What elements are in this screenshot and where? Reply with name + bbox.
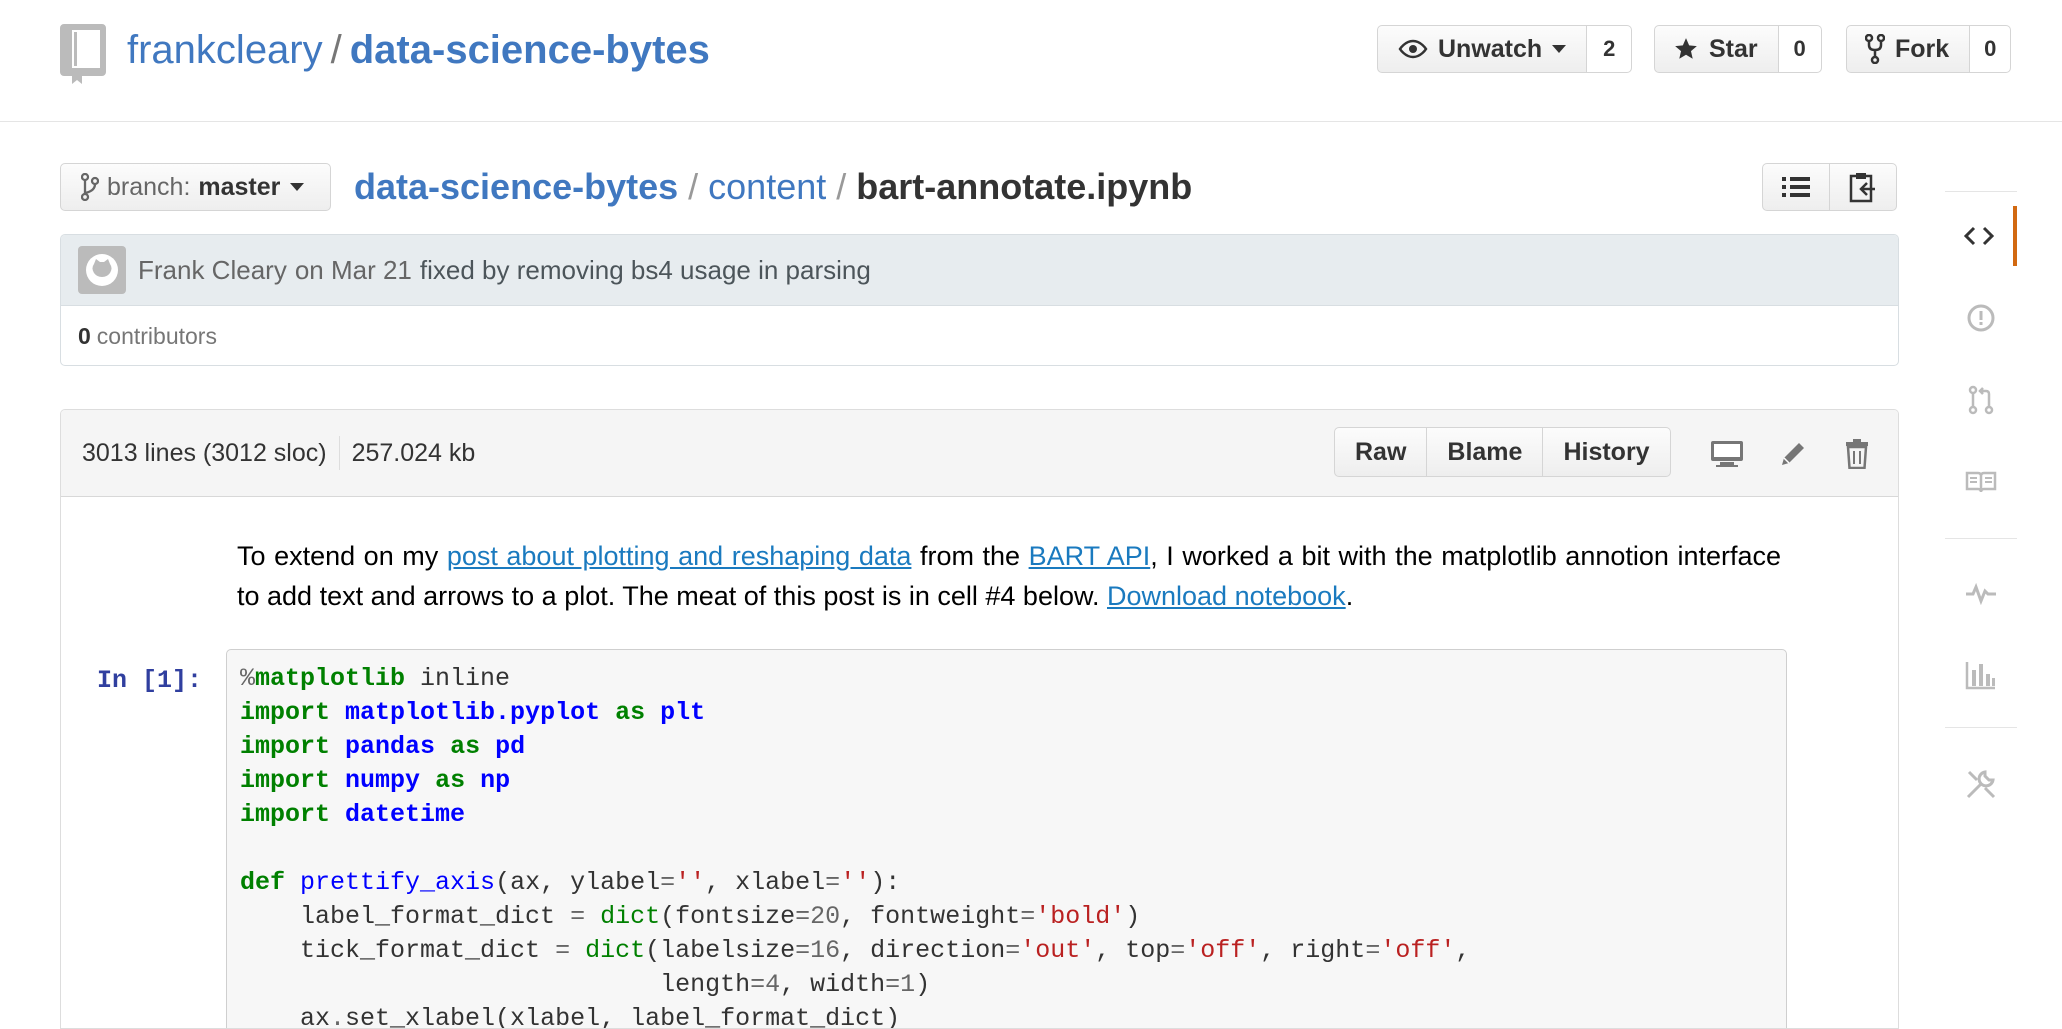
blame-button[interactable]: Blame bbox=[1427, 427, 1544, 477]
issues-icon bbox=[1967, 304, 1995, 332]
list-icon bbox=[1782, 177, 1810, 197]
fork-label: Fork bbox=[1895, 34, 1950, 63]
branch-icon bbox=[81, 173, 99, 201]
code-icon bbox=[1964, 226, 1994, 246]
eye-icon bbox=[1398, 39, 1428, 59]
code-cell: %matplotlib inline import matplotlib.pyp… bbox=[226, 649, 1787, 1028]
delete-file-button[interactable] bbox=[1837, 434, 1877, 474]
breadcrumb-repo-link[interactable]: data-science-bytes bbox=[354, 166, 678, 207]
commit-date: on Mar 21 bbox=[294, 254, 412, 285]
repo-book-icon bbox=[60, 24, 106, 84]
commit-tease: Frank Cleary on Mar 21 fixed by removing… bbox=[60, 234, 1899, 366]
intro-text: from the bbox=[911, 541, 1029, 571]
sidebar-item-issues[interactable] bbox=[1945, 288, 2017, 348]
file-lines: 3013 lines (3012 sloc) bbox=[82, 438, 327, 467]
file-header: 3013 lines (3012 sloc) 257.024 kb Raw Bl… bbox=[61, 410, 1898, 497]
star-label: Star bbox=[1709, 34, 1758, 63]
history-button[interactable]: History bbox=[1543, 427, 1671, 477]
avatar[interactable] bbox=[78, 246, 126, 294]
repo-title-separator: / bbox=[330, 28, 342, 72]
notebook-markdown-cell: To extend on my post about plotting and … bbox=[237, 536, 1781, 616]
sidebar-item-settings[interactable] bbox=[1945, 754, 2017, 814]
sidebar-item-wiki[interactable] bbox=[1945, 452, 2017, 512]
cell-prompt: In [1]: bbox=[97, 666, 203, 695]
unwatch-button[interactable]: Unwatch bbox=[1377, 25, 1588, 73]
contributors-count: 0 bbox=[78, 323, 91, 349]
file-view-buttons bbox=[1762, 163, 1897, 211]
bart-api-link[interactable]: BART API bbox=[1029, 541, 1151, 571]
breadcrumb-folder-link[interactable]: content bbox=[708, 166, 826, 207]
stars-count[interactable]: 0 bbox=[1778, 25, 1822, 73]
trashcan-icon bbox=[1846, 439, 1868, 469]
file-info: 3013 lines (3012 sloc) 257.024 kb bbox=[82, 410, 475, 496]
branch-select-button[interactable]: branch: master bbox=[60, 163, 331, 211]
sidebar-item-code[interactable] bbox=[1945, 206, 2017, 266]
pull-requests-icon bbox=[1968, 385, 1994, 415]
file-list-button[interactable] bbox=[1762, 163, 1830, 211]
repo-sidebar bbox=[1945, 0, 2017, 1018]
breadcrumb: data-science-bytes / content / bart-annotate… bbox=[354, 163, 1192, 211]
device-desktop-icon bbox=[1711, 441, 1743, 467]
repo-name-link[interactable]: data-science-bytes bbox=[350, 28, 710, 72]
breadcrumb-file-name: bart-annotate.ipynb bbox=[856, 166, 1193, 207]
star-icon bbox=[1675, 38, 1697, 59]
sidebar-item-graphs[interactable] bbox=[1945, 645, 2017, 705]
star-button[interactable]: Star bbox=[1654, 25, 1779, 73]
fork-icon bbox=[1865, 34, 1885, 64]
divider bbox=[1945, 538, 2017, 539]
commit-message[interactable]: fixed by removing bs4 usage in parsing bbox=[420, 255, 871, 286]
intro-text: . bbox=[1345, 581, 1354, 611]
unwatch-label: Unwatch bbox=[1438, 34, 1543, 63]
pulse-icon bbox=[1966, 582, 1996, 605]
copy-path-button[interactable] bbox=[1830, 163, 1897, 211]
unwatch-group: Unwatch 2 bbox=[1377, 25, 1633, 73]
commit-author[interactable]: Frank Cleary bbox=[138, 255, 287, 286]
chevron-down-icon bbox=[290, 183, 305, 191]
divider bbox=[1945, 191, 2017, 192]
repo-owner-link[interactable]: frankcleary bbox=[127, 28, 323, 72]
divider bbox=[338, 436, 340, 470]
contributors-label[interactable]: contributors bbox=[97, 323, 217, 350]
sidebar-item-pulse[interactable] bbox=[1945, 563, 2017, 623]
star-group: Star 0 bbox=[1654, 25, 1822, 73]
wiki-icon bbox=[1965, 471, 1997, 493]
repo-title: frankcleary / data-science-bytes bbox=[127, 24, 710, 76]
file-box: 3013 lines (3012 sloc) 257.024 kb Raw Bl… bbox=[60, 409, 1899, 1029]
intro-text: To extend on my bbox=[237, 541, 447, 571]
branch-prefix: branch: bbox=[107, 172, 191, 201]
chevron-down-icon bbox=[1552, 45, 1567, 53]
edit-file-button[interactable] bbox=[1773, 434, 1813, 474]
graphs-icon bbox=[1965, 662, 1995, 690]
sidebar-item-pull-requests[interactable] bbox=[1945, 370, 2017, 430]
last-commit: Frank Cleary on Mar 21 fixed by removing… bbox=[61, 235, 1898, 306]
breadcrumb-separator: / bbox=[688, 166, 699, 207]
watchers-count[interactable]: 2 bbox=[1587, 25, 1633, 73]
download-notebook-link[interactable]: Download notebook bbox=[1107, 581, 1346, 611]
file-size: 257.024 kb bbox=[351, 438, 476, 467]
divider bbox=[1945, 727, 2017, 728]
raw-button[interactable]: Raw bbox=[1334, 427, 1428, 477]
plotting-post-link[interactable]: post about plotting and reshaping data bbox=[447, 541, 912, 571]
clippy-icon bbox=[1849, 173, 1875, 203]
contributors-row: 0 contributors bbox=[61, 306, 1898, 365]
octocat-icon bbox=[86, 254, 118, 286]
branch-name: master bbox=[198, 172, 281, 201]
settings-icon bbox=[1966, 770, 1996, 799]
pencil-icon bbox=[1782, 443, 1804, 465]
breadcrumb-separator: / bbox=[836, 166, 847, 207]
open-desktop-button[interactable] bbox=[1707, 434, 1747, 474]
file-actions: Raw Blame History bbox=[1334, 427, 1671, 477]
